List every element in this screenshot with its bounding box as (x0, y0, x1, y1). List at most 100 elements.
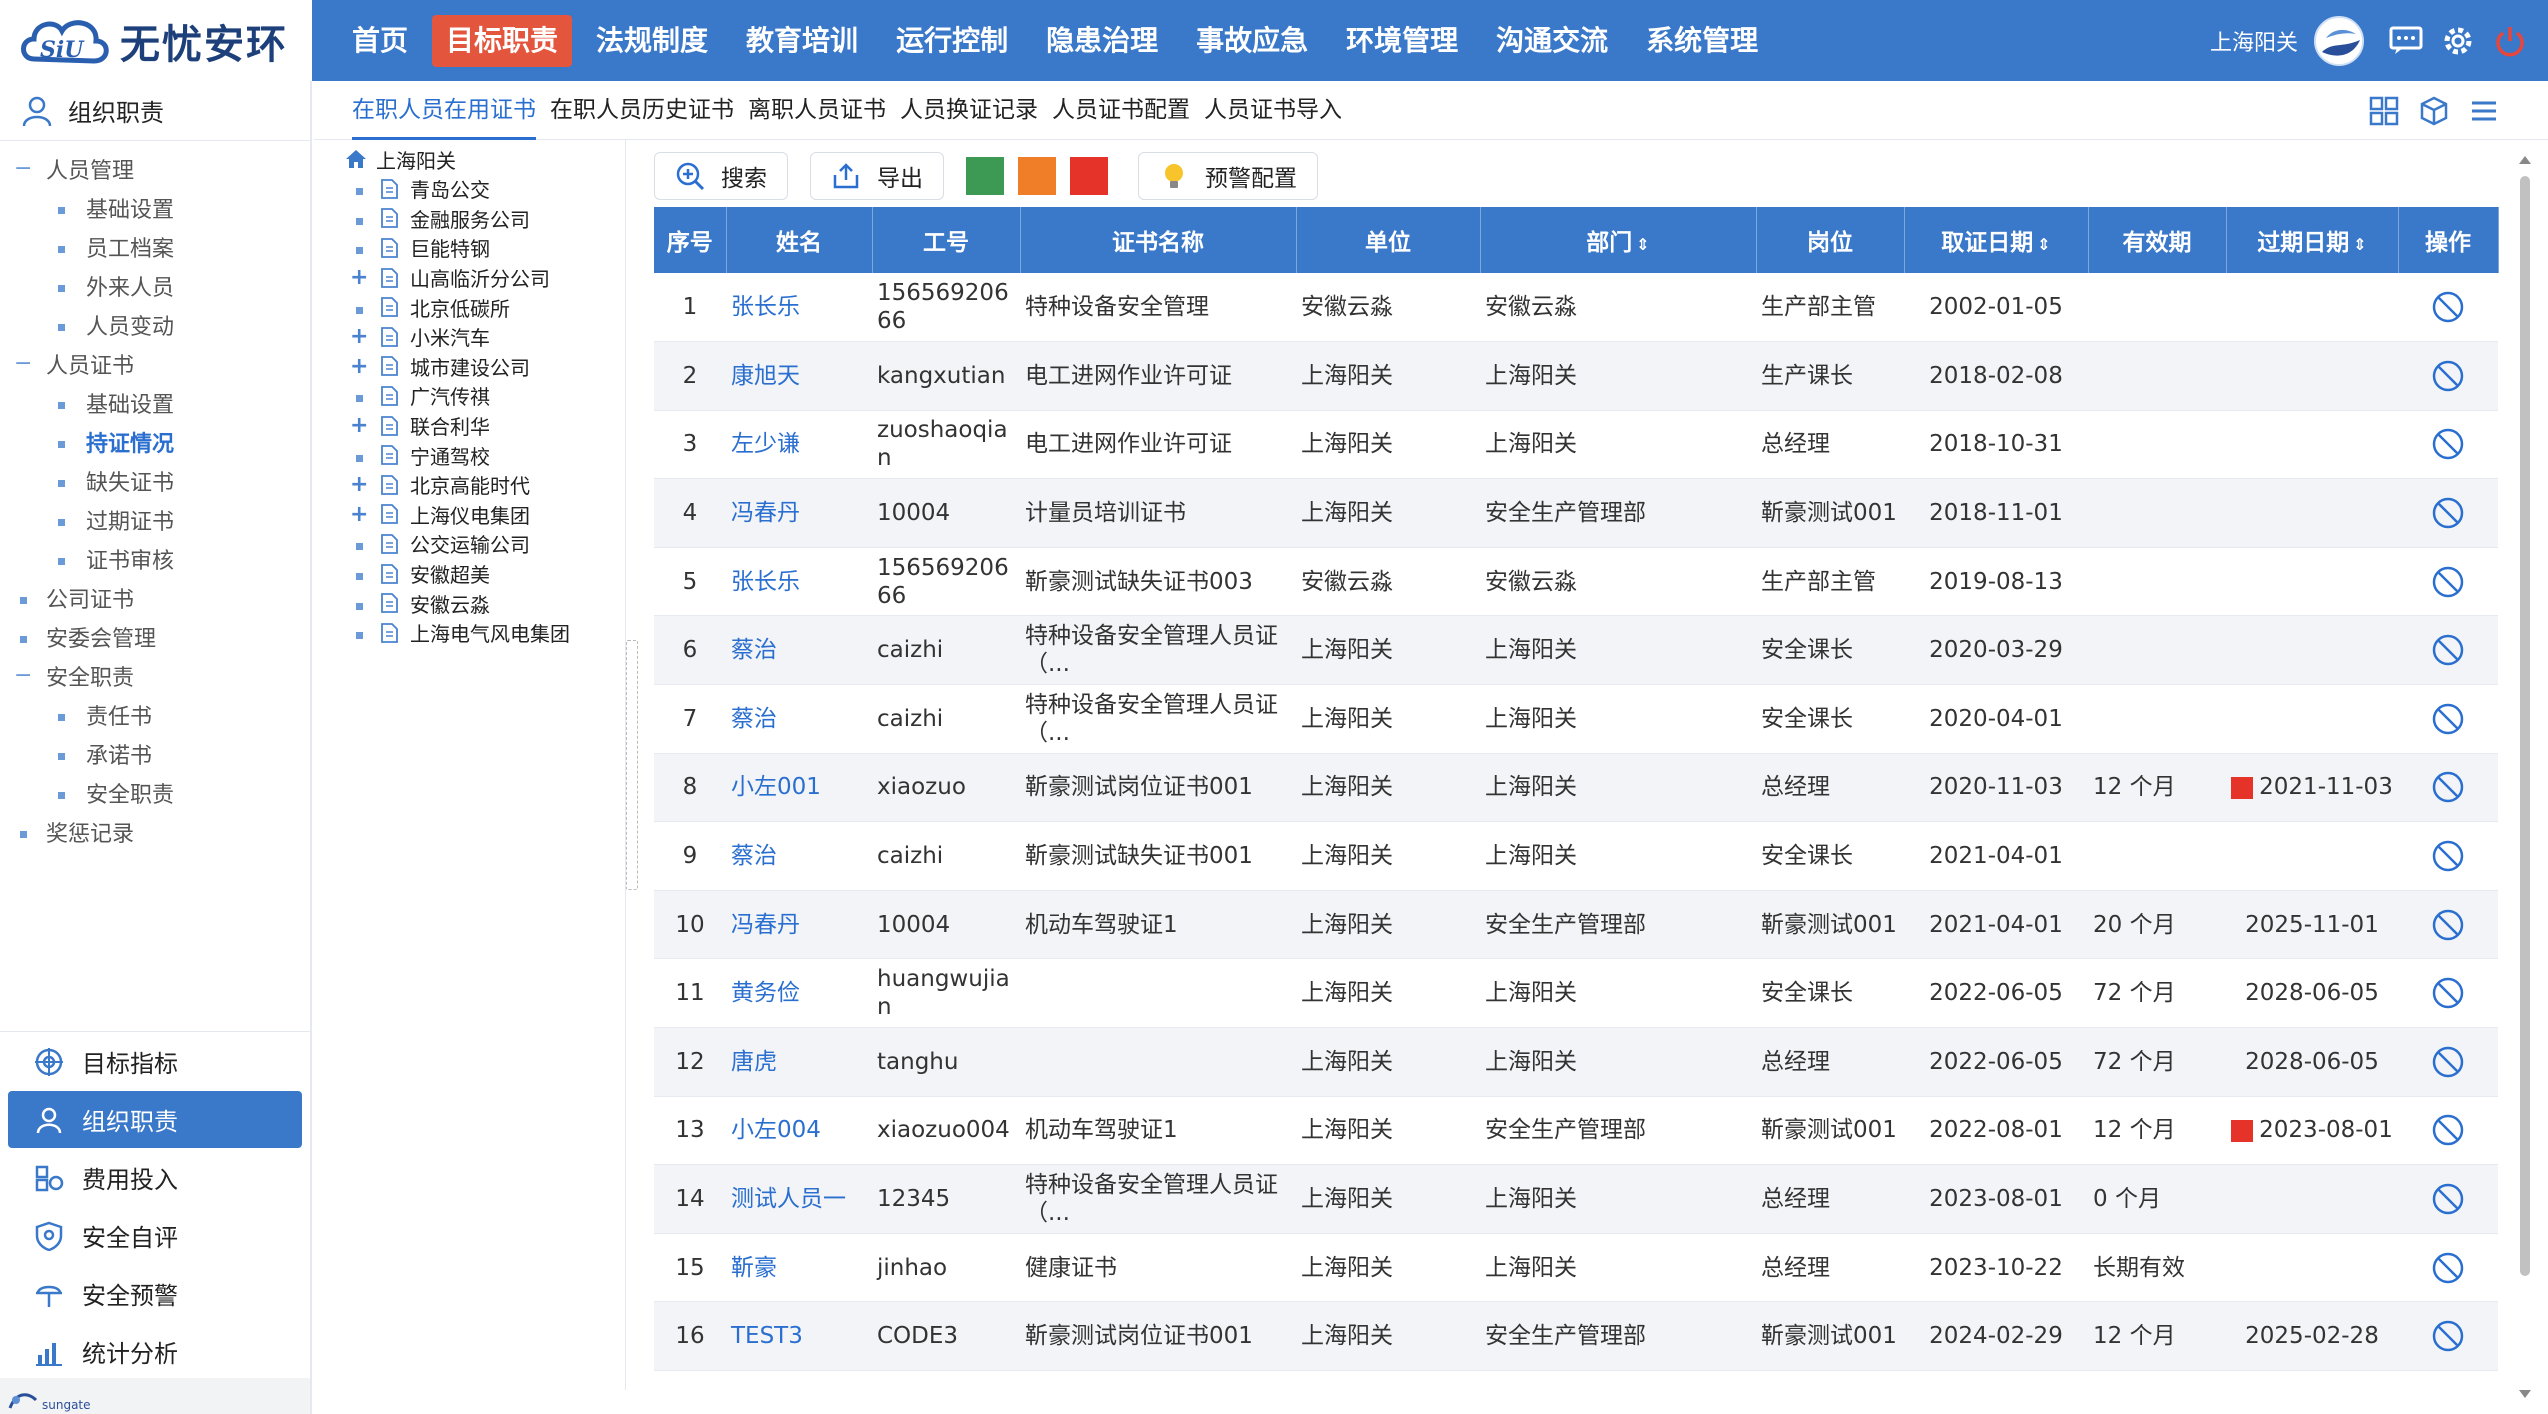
person-name-link[interactable]: 蔡治 (731, 843, 777, 869)
table-row[interactable]: 4 冯春丹 10004 计量员培训证书 上海阳关 安全生产管理部 靳豪测试001 2018-1… (654, 478, 2498, 548)
disable-icon[interactable] (2431, 290, 2465, 324)
module-item[interactable]: 安全预警 (8, 1265, 302, 1322)
sort-icon[interactable]: ⇕ (1636, 235, 1649, 254)
person-name-link[interactable]: 冯春丹 (731, 500, 800, 526)
org-tree-node[interactable]: 青岛公交 (314, 174, 625, 204)
sidebar-tree-item[interactable]: 持证情况 (0, 422, 310, 461)
green-filter-swatch[interactable] (966, 157, 1004, 195)
sort-icon[interactable]: ⇕ (2353, 235, 2366, 254)
nav-item[interactable]: 教育培训 (732, 15, 872, 67)
export-button[interactable]: 导出 (810, 152, 944, 200)
org-tree-node[interactable]: + 山高临沂分公司 (314, 263, 625, 293)
sidebar-tree-item[interactable]: 人员变动 (0, 305, 310, 344)
warning-config-button[interactable]: 预警配置 (1138, 152, 1318, 200)
module-item[interactable]: 安全自评 (8, 1207, 302, 1264)
scroll-down-arrow[interactable] (2519, 1390, 2531, 1398)
person-name-link[interactable]: 冯春丹 (731, 912, 800, 938)
org-tree-node[interactable]: + 上海仪电集团 (314, 500, 625, 530)
disable-icon[interactable] (2431, 359, 2465, 393)
sidebar-tree-item[interactable]: 公司证书 (0, 578, 310, 617)
sidebar-tree-item[interactable]: 责任书 (0, 695, 310, 734)
user-name[interactable]: 上海阳关 (2210, 25, 2298, 57)
nav-item[interactable]: 环境管理 (1332, 15, 1472, 67)
org-tree-node[interactable]: 安徽云淼 (314, 588, 625, 618)
sub-tab[interactable]: 离职人员证书 (748, 81, 886, 140)
module-item[interactable]: 统计分析 (8, 1323, 302, 1380)
disable-icon[interactable] (2431, 976, 2465, 1010)
sidebar-tree-item[interactable]: 奖惩记录 (0, 812, 310, 851)
expand-icon[interactable]: + (350, 472, 368, 497)
disable-icon[interactable] (2431, 1113, 2465, 1147)
grid-view-icon[interactable] (2368, 95, 2400, 127)
table-row[interactable]: 2 康旭天 kangxutian 电工进网作业许可证 上海阳关 上海阳关 生产课长 2018-… (654, 341, 2498, 411)
person-name-link[interactable]: 康旭天 (731, 363, 800, 389)
sidebar-tree-item[interactable]: 基础设置 (0, 188, 310, 227)
disable-icon[interactable] (2431, 565, 2465, 599)
sidebar-tree-item[interactable]: 员工档案 (0, 227, 310, 266)
orange-filter-swatch[interactable] (1018, 157, 1056, 195)
vertical-scrollbar[interactable] (2516, 152, 2534, 1402)
disable-icon[interactable] (2431, 427, 2465, 461)
power-icon[interactable] (2490, 21, 2530, 61)
module-item[interactable]: 目标指标 (8, 1033, 302, 1090)
column-header[interactable]: 取证日期 ⇕ (1904, 207, 2089, 273)
table-row[interactable]: 5 张长乐 15656920666 靳豪测试缺失证书003 安徽云淼 安徽云淼 生产部主管 2… (654, 547, 2498, 617)
sidebar-tree-item[interactable]: 外来人员 (0, 266, 310, 305)
person-name-link[interactable]: 黄务俭 (731, 980, 800, 1006)
disable-icon[interactable] (2431, 839, 2465, 873)
cube-view-icon[interactable] (2418, 95, 2450, 127)
avatar[interactable] (2314, 15, 2364, 66)
nav-item[interactable]: 系统管理 (1632, 15, 1772, 67)
table-row[interactable]: 16 TEST3 CODE3 靳豪测试岗位证书001 上海阳关 安全生产管理部 靳豪测试00… (654, 1301, 2498, 1371)
person-name-link[interactable]: TEST3 (731, 1323, 803, 1349)
column-header[interactable]: 过期日期 ⇕ (2226, 207, 2399, 273)
collapse-icon[interactable]: − (14, 156, 32, 181)
column-header[interactable]: 部门 ⇕ (1480, 207, 1757, 273)
logo[interactable]: SiU 无忧安环 (0, 0, 312, 81)
org-tree-root[interactable]: 上海阳关 (314, 144, 625, 174)
person-name-link[interactable]: 测试人员一 (731, 1186, 846, 1212)
sidebar-tree-item[interactable]: 过期证书 (0, 500, 310, 539)
message-icon[interactable] (2386, 21, 2426, 61)
collapse-icon[interactable]: − (14, 351, 32, 376)
org-tree-node[interactable]: 公交运输公司 (314, 529, 625, 559)
sub-tab[interactable]: 在职人员在用证书 (352, 81, 536, 140)
person-name-link[interactable]: 唐虎 (731, 1049, 777, 1075)
sidebar-tree-item[interactable]: 基础设置 (0, 383, 310, 422)
org-tree-node[interactable]: 北京低碳所 (314, 292, 625, 322)
disable-icon[interactable] (2431, 1045, 2465, 1079)
org-tree-node[interactable]: + 北京高能时代 (314, 470, 625, 500)
disable-icon[interactable] (2431, 908, 2465, 942)
search-button[interactable]: 搜索 (654, 152, 788, 200)
list-view-icon[interactable] (2468, 95, 2500, 127)
sidebar-tree-item[interactable]: 安全职责 (0, 773, 310, 812)
person-name-link[interactable]: 张长乐 (731, 294, 800, 320)
disable-icon[interactable] (2431, 1182, 2465, 1216)
table-row[interactable]: 9 蔡治 caizhi 靳豪测试缺失证书001 上海阳关 上海阳关 安全课长 2021-04-… (654, 821, 2498, 891)
sidebar-tree-item[interactable]: 缺失证书 (0, 461, 310, 500)
org-tree-node[interactable]: 安徽超美 (314, 559, 625, 589)
table-row[interactable]: 3 左少谦 zuoshaoqian 电工进网作业许可证 上海阳关 上海阳关 总经理 2018-… (654, 410, 2498, 480)
org-tree-node[interactable]: + 联合利华 (314, 411, 625, 441)
person-name-link[interactable]: 蔡治 (731, 637, 777, 663)
sub-tab[interactable]: 在职人员历史证书 (550, 81, 734, 140)
disable-icon[interactable] (2431, 1251, 2465, 1285)
expand-icon[interactable]: + (350, 354, 368, 379)
person-name-link[interactable]: 左少谦 (731, 431, 800, 457)
sidebar-tree-item[interactable]: − 人员证书 (0, 344, 310, 383)
org-tree-node[interactable]: + 城市建设公司 (314, 352, 625, 382)
sidebar-tree-item[interactable]: 证书审核 (0, 539, 310, 578)
org-tree-node[interactable]: 宁通驾校 (314, 440, 625, 470)
nav-item[interactable]: 目标职责 (432, 14, 573, 67)
scroll-thumb[interactable] (2520, 176, 2530, 1276)
sidebar-tree-item[interactable]: − 人员管理 (0, 149, 310, 188)
panel-splitter[interactable] (626, 640, 638, 890)
person-name-link[interactable]: 小左001 (731, 774, 821, 800)
nav-item[interactable]: 运行控制 (882, 15, 1022, 67)
nav-item[interactable]: 事故应急 (1182, 15, 1322, 67)
disable-icon[interactable] (2431, 633, 2465, 667)
table-row[interactable]: 11 黄务俭 huangwujian 上海阳关 上海阳关 安全课长 2022-06-05 72… (654, 958, 2498, 1029)
person-name-link[interactable]: 蔡治 (731, 706, 777, 732)
nav-item[interactable]: 隐患治理 (1032, 15, 1172, 67)
table-row[interactable]: 1 张长乐 15656920666 特种设备安全管理 安徽云淼 安徽云淼 生产部主管 2002… (654, 273, 2498, 343)
